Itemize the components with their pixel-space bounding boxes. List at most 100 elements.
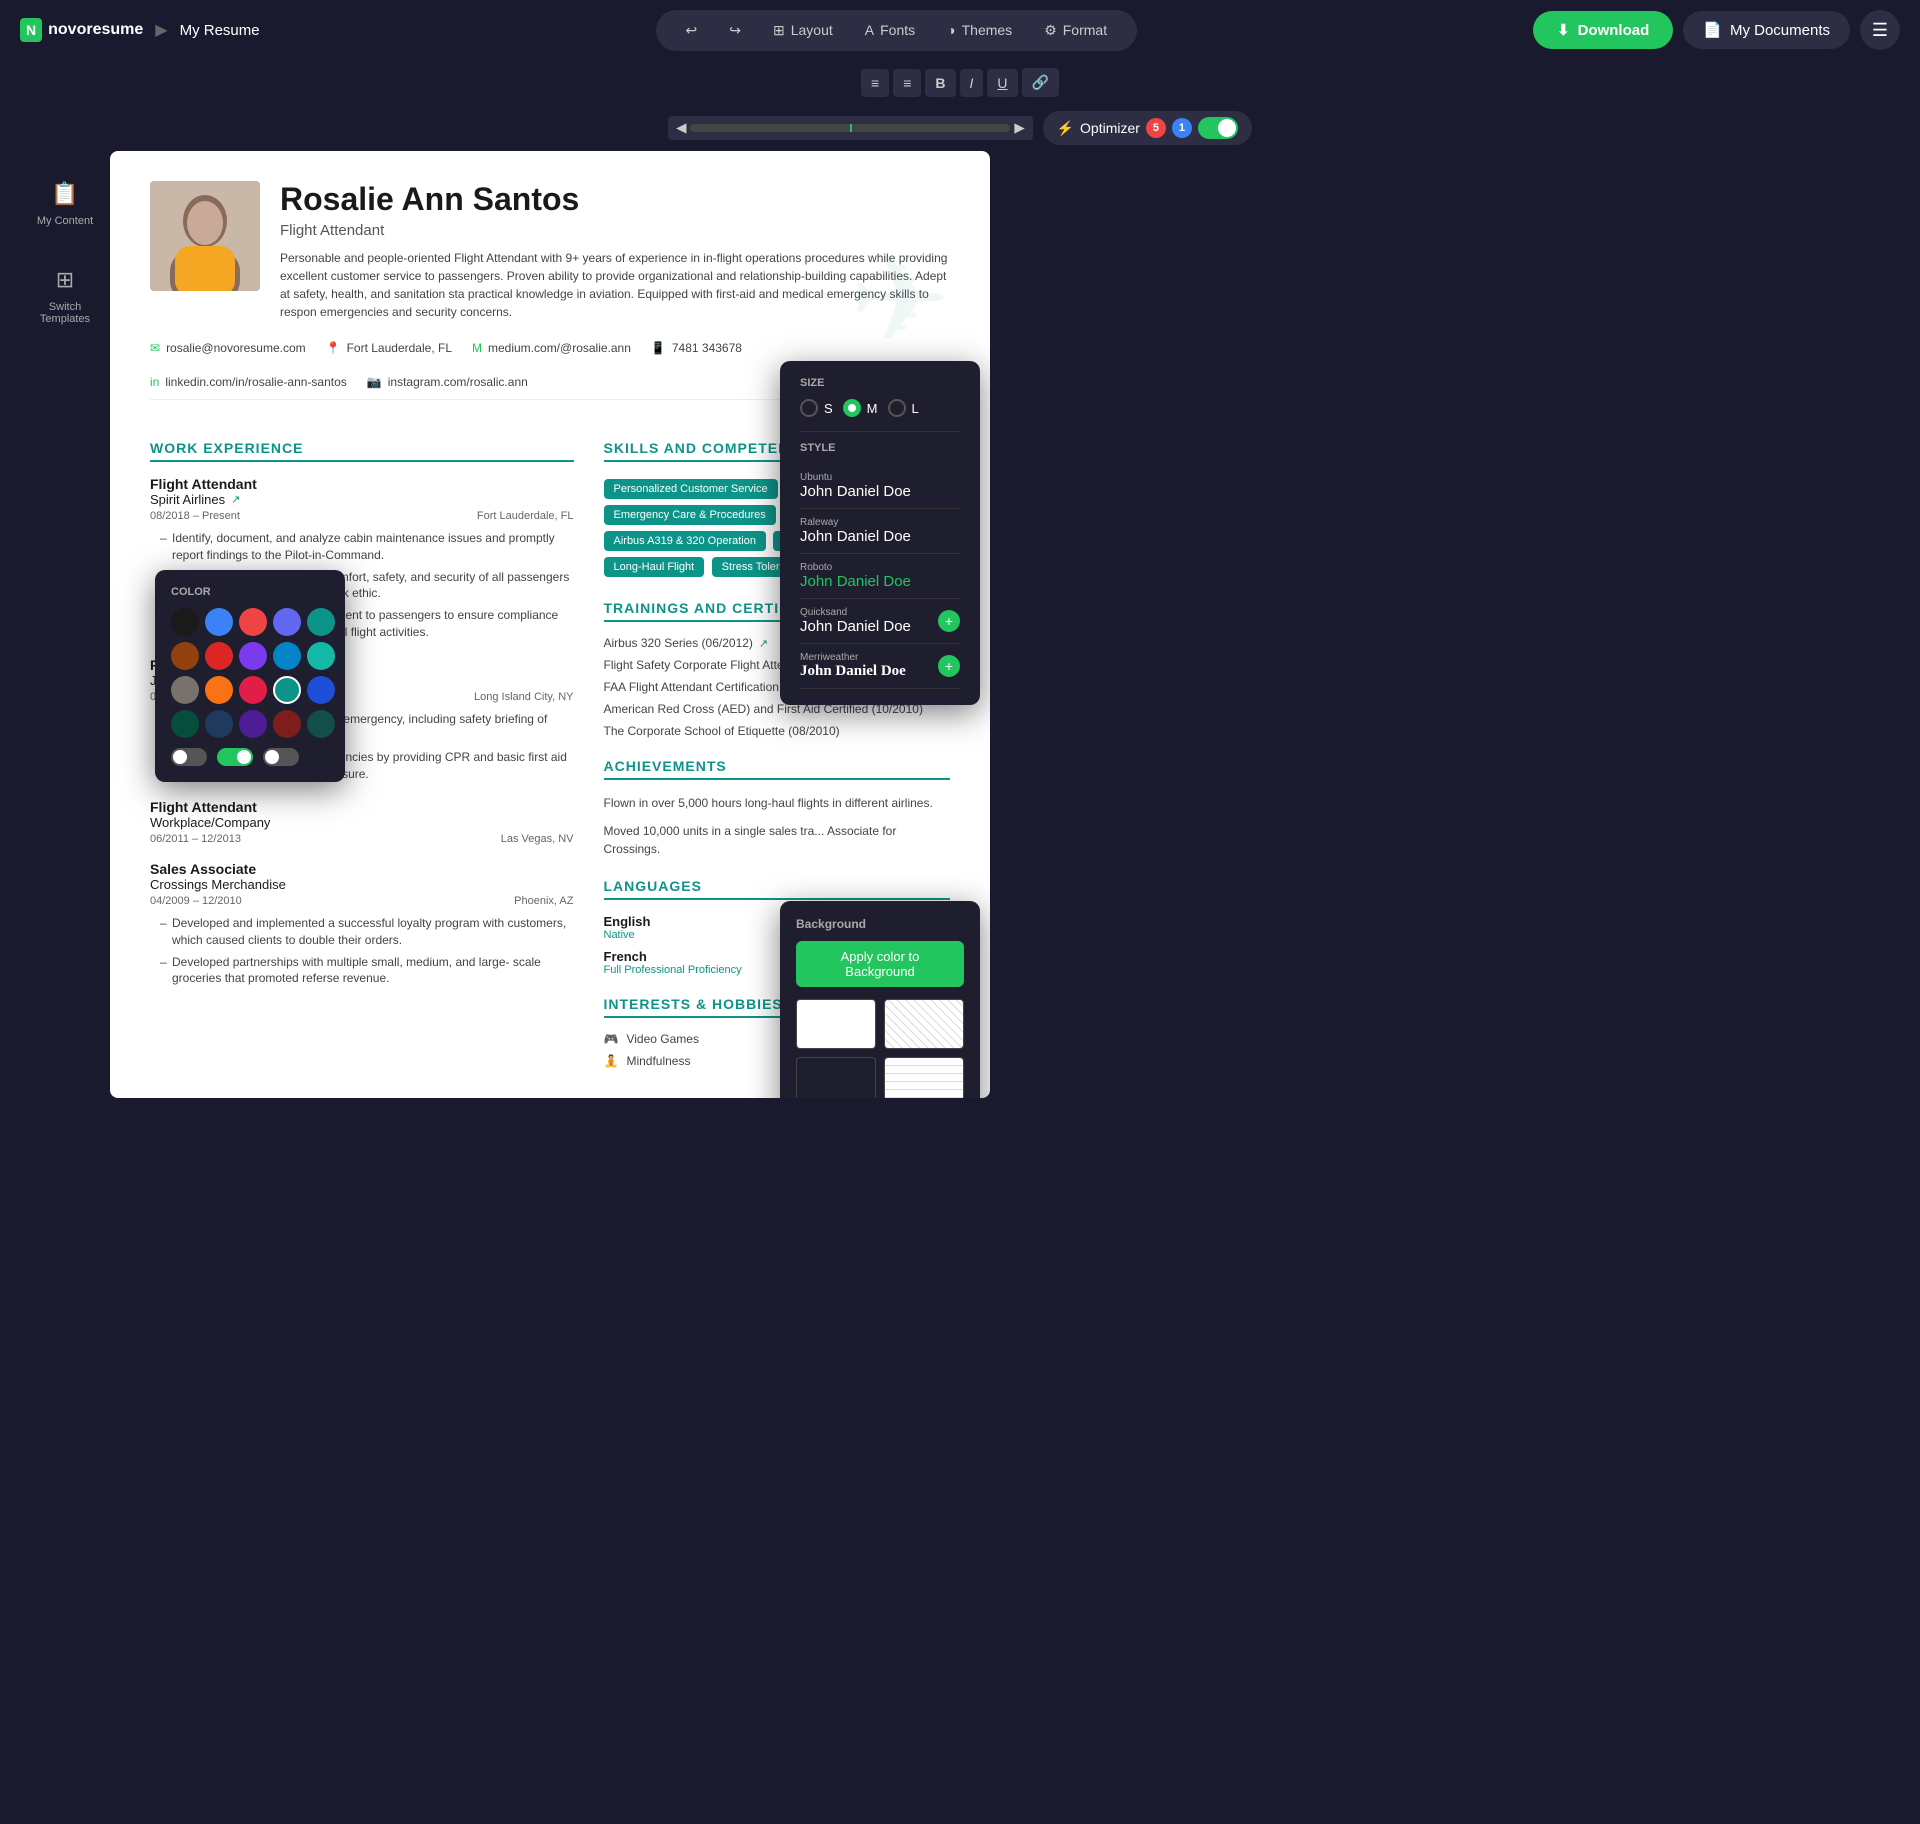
size-large[interactable]: L (888, 399, 919, 417)
redo-button[interactable]: ↪ (715, 16, 755, 45)
swatch-blue[interactable] (205, 608, 233, 636)
job-entry-3: Flight Attendant Workplace/Company 06/20… (150, 799, 574, 845)
bg-swatch-pattern3[interactable] (884, 1057, 964, 1098)
color-toggle-2[interactable] (217, 748, 253, 766)
achievement-1: Flown in over 5,000 hours long-haul flig… (604, 794, 951, 812)
bg-swatch-pattern2[interactable] (796, 1057, 876, 1098)
fonts-button[interactable]: A Fonts (851, 16, 929, 44)
color-popup: Color (155, 570, 345, 782)
swatch-black[interactable] (171, 608, 199, 636)
nav-right: ⬇ Download 📄 My Documents ☰ (1533, 10, 1900, 50)
size-font-popup: Size S M L Style (780, 361, 980, 705)
swatch-dark-teal[interactable] (307, 710, 335, 738)
color-toggle-3[interactable] (263, 748, 299, 766)
undo-button[interactable]: ↩ (672, 16, 712, 45)
format-button[interactable]: ⚙ Format (1030, 16, 1121, 45)
swatch-purple[interactable] (239, 710, 267, 738)
style-section: Style Ubuntu John Daniel Doe Raleway Joh… (800, 442, 960, 689)
add-quicksand-button[interactable]: + (938, 610, 960, 632)
bg-popup-title: Background (796, 917, 964, 931)
size-s-radio[interactable] (800, 399, 818, 417)
job-entry-4: Sales Associate Crossings Merchandise 04… (150, 861, 574, 987)
job-company-3: Workplace/Company (150, 815, 574, 830)
job-title-1: Flight Attendant (150, 476, 574, 492)
layout-icon: ⊞ (773, 22, 785, 39)
job-title-4: Sales Associate (150, 861, 574, 877)
swatch-dark-green[interactable] (171, 710, 199, 738)
swatch-teal-selected[interactable] (273, 676, 301, 704)
nav-left: N novoresume ▶ My Resume (20, 18, 260, 42)
size-medium[interactable]: M (843, 399, 878, 417)
swatch-orange[interactable] (205, 676, 233, 704)
apply-bg-button[interactable]: Apply color to Background (796, 941, 964, 987)
swatch-sky[interactable] (273, 642, 301, 670)
align-center-button[interactable]: ≡ (893, 69, 921, 97)
optimizer-toggle[interactable] (1198, 117, 1238, 139)
popup-divider (800, 431, 960, 432)
contact-location: 📍 Fort Lauderdale, FL (326, 341, 452, 355)
font-merriweather[interactable]: Merriweather John Daniel Doe + (800, 644, 960, 689)
swatch-violet[interactable] (239, 642, 267, 670)
languages-header: LANGUAGES (604, 878, 951, 900)
interest-mindfulness: 🧘 Mindfulness (604, 1054, 773, 1068)
swatch-crimson[interactable] (205, 642, 233, 670)
font-raleway[interactable]: Raleway John Daniel Doe (800, 509, 960, 554)
download-button[interactable]: ⬇ Download (1533, 11, 1673, 49)
resume-summary: Personable and people-oriented Flight At… (280, 249, 950, 321)
font-ubuntu[interactable]: Ubuntu John Daniel Doe (800, 464, 960, 509)
nav-center: ↩ ↪ ⊞ Layout A Fonts ◑ Themes ⚙ Format (656, 10, 1138, 51)
size-l-radio[interactable] (888, 399, 906, 417)
achievement-2: Moved 10,000 units in a single sales tra… (604, 822, 951, 858)
sidebar-item-switch-templates[interactable]: ⊞ Switch Templates (20, 257, 110, 335)
font-quicksand[interactable]: Quicksand John Daniel Doe + (800, 599, 960, 644)
color-toggle-1[interactable] (171, 748, 207, 766)
themes-button[interactable]: ◑ Themes (933, 16, 1026, 44)
swatch-brown[interactable] (171, 642, 199, 670)
font-roboto[interactable]: Roboto John Daniel Doe (800, 554, 960, 599)
swatch-indigo[interactable] (273, 608, 301, 636)
add-merriweather-button[interactable]: + (938, 655, 960, 677)
resume-name: Rosalie Ann Santos (280, 181, 950, 218)
bg-swatch-pattern1[interactable] (884, 999, 964, 1049)
swatch-maroon[interactable] (273, 710, 301, 738)
swatch-teal[interactable] (307, 608, 335, 636)
swatch-red[interactable] (239, 608, 267, 636)
document-icon: 📄 (1703, 21, 1722, 39)
color-toggle-row (171, 748, 329, 766)
job-company-1: Spirit Airlines ↗ (150, 492, 574, 507)
interest-videogames: 🎮 Video Games (604, 1032, 773, 1046)
bg-patterns-grid (796, 999, 964, 1098)
job-meta-1: 08/2018 – Present Fort Lauderdale, FL (150, 510, 574, 522)
swatch-teal2[interactable] (307, 642, 335, 670)
optimizer-icon: ⚡ (1057, 120, 1074, 137)
bold-button[interactable]: B (925, 69, 955, 97)
instagram-icon: 📷 (367, 375, 382, 389)
hamburger-menu-button[interactable]: ☰ (1860, 10, 1900, 50)
mindfulness-icon: 🧘 (604, 1054, 619, 1068)
ruler-right-arrow[interactable]: ▶ (1014, 120, 1024, 136)
swatch-rose[interactable] (239, 676, 267, 704)
brand-name: novoresume (48, 21, 143, 39)
my-documents-button[interactable]: 📄 My Documents (1683, 11, 1850, 49)
size-m-radio[interactable] (843, 399, 861, 417)
bg-swatch-empty[interactable] (796, 999, 876, 1049)
ruler-left-arrow[interactable]: ◀ (676, 120, 686, 136)
align-left-button[interactable]: ≡ (861, 69, 889, 97)
sidebar-item-my-content[interactable]: 📋 My Content (27, 171, 103, 237)
avatar-svg (150, 181, 260, 291)
resume-job-title: Flight Attendant (280, 222, 950, 239)
link-button[interactable]: 🔗 (1022, 68, 1059, 97)
italic-button[interactable]: I (960, 69, 984, 97)
swatch-stone[interactable] (171, 676, 199, 704)
swatch-dark-blue[interactable] (307, 676, 335, 704)
optimizer-button[interactable]: ⚡ Optimizer 5 1 (1043, 111, 1252, 145)
swatch-navy[interactable] (205, 710, 233, 738)
top-nav: N novoresume ▶ My Resume ↩ ↪ ⊞ Layout A … (0, 0, 1920, 60)
doc-title: My Resume (180, 22, 260, 39)
color-popup-label: Color (171, 586, 329, 598)
size-popup-label: Size (800, 377, 960, 389)
layout-button[interactable]: ⊞ Layout (759, 16, 847, 45)
size-small[interactable]: S (800, 399, 833, 417)
resume-info: Rosalie Ann Santos Flight Attendant Pers… (280, 181, 950, 321)
underline-button[interactable]: U (987, 69, 1017, 97)
